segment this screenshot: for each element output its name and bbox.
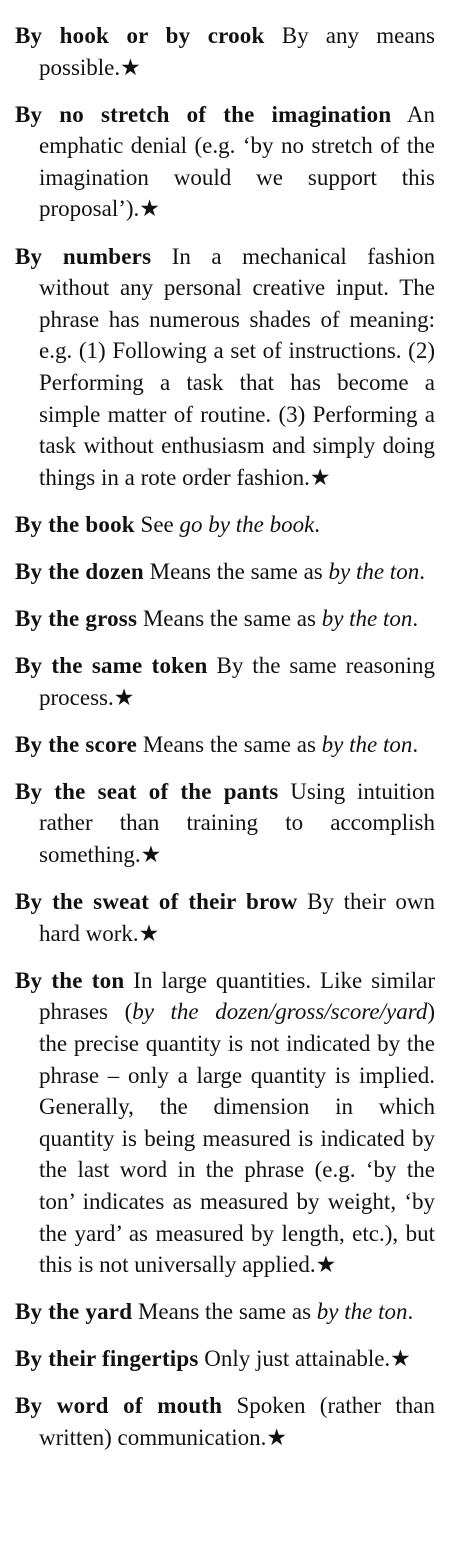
entry-definition: Means the same as	[143, 558, 329, 584]
entry-headword: By the book	[15, 511, 135, 537]
entry-headword: By their fingertips	[15, 1346, 199, 1372]
entry-headword: By the sweat of their brow	[15, 889, 298, 915]
dictionary-entry: By hook or by crook By any means possibl…	[15, 20, 435, 83]
dictionary-entry: By the seat of the pants Using intuition…	[15, 776, 435, 871]
entry-headword: By numbers	[15, 243, 152, 269]
entry-definition: Means the same as	[137, 731, 322, 757]
entry-definition: .	[412, 606, 419, 631]
entry-definition: Only just attainable.★	[198, 1346, 411, 1372]
entry-headword: By the gross	[15, 606, 138, 631]
cross-reference: by the ton	[316, 1299, 408, 1325]
entry-headword: By the yard	[15, 1299, 133, 1325]
entry-definition: In a mechanical fashion without any pers…	[39, 243, 435, 490]
entry-headword: By the ton	[15, 967, 125, 993]
entry-headword: By hook or by crook	[15, 23, 265, 48]
cross-reference: by the ton	[321, 606, 413, 631]
dictionary-entry: By the score Means the same as by the to…	[15, 729, 435, 761]
entry-definition: Means the same as	[132, 1299, 317, 1325]
entry-headword: By word of mouth	[15, 1393, 223, 1419]
entry-headword: By the same token	[15, 653, 208, 679]
entry-headword: By the seat of the pants	[15, 778, 279, 804]
dictionary-entry: By their fingertips Only just attainable…	[15, 1343, 435, 1375]
entry-definition: Means the same as	[137, 606, 322, 631]
entry-definition: See	[134, 511, 180, 537]
dictionary-page: By hook or by crook By any means possibl…	[0, 0, 450, 1454]
dictionary-entry: By the same token By the same reasoning …	[15, 650, 435, 713]
dictionary-entry: By numbers In a mechanical fashion witho…	[15, 241, 435, 494]
entry-headword: By the score	[15, 731, 138, 757]
entry-definition: .	[419, 558, 425, 584]
entry-definition: .	[314, 511, 321, 537]
entry-definition: .	[412, 731, 419, 757]
dictionary-entry: By the dozen Means the same as by the to…	[15, 556, 435, 588]
entry-definition: .	[407, 1299, 414, 1325]
cross-reference: by the dozen/gross/score/yard	[132, 999, 428, 1025]
entry-headword: By the dozen	[15, 558, 144, 584]
cross-reference: by the ton	[328, 558, 420, 584]
dictionary-entry: By the yard Means the same as by the ton…	[15, 1296, 435, 1328]
dictionary-entry: By word of mouth Spoken (rather than wri…	[15, 1390, 435, 1453]
dictionary-entry: By the gross Means the same as by the to…	[15, 603, 435, 635]
dictionary-entry: By the book See go by the book.	[15, 509, 435, 541]
dictionary-entry: By the ton In large quantities. Like sim…	[15, 965, 435, 1281]
entry-headword: By no stretch of the imagination	[15, 101, 392, 127]
dictionary-entry: By no stretch of the imagination An emph…	[15, 99, 435, 225]
entry-definition: ) the precise quantity is not indicated …	[39, 999, 435, 1278]
dictionary-entry: By the sweat of their brow By their own …	[15, 886, 435, 949]
cross-reference: go by the book	[179, 511, 315, 537]
cross-reference: by the ton	[321, 731, 413, 757]
